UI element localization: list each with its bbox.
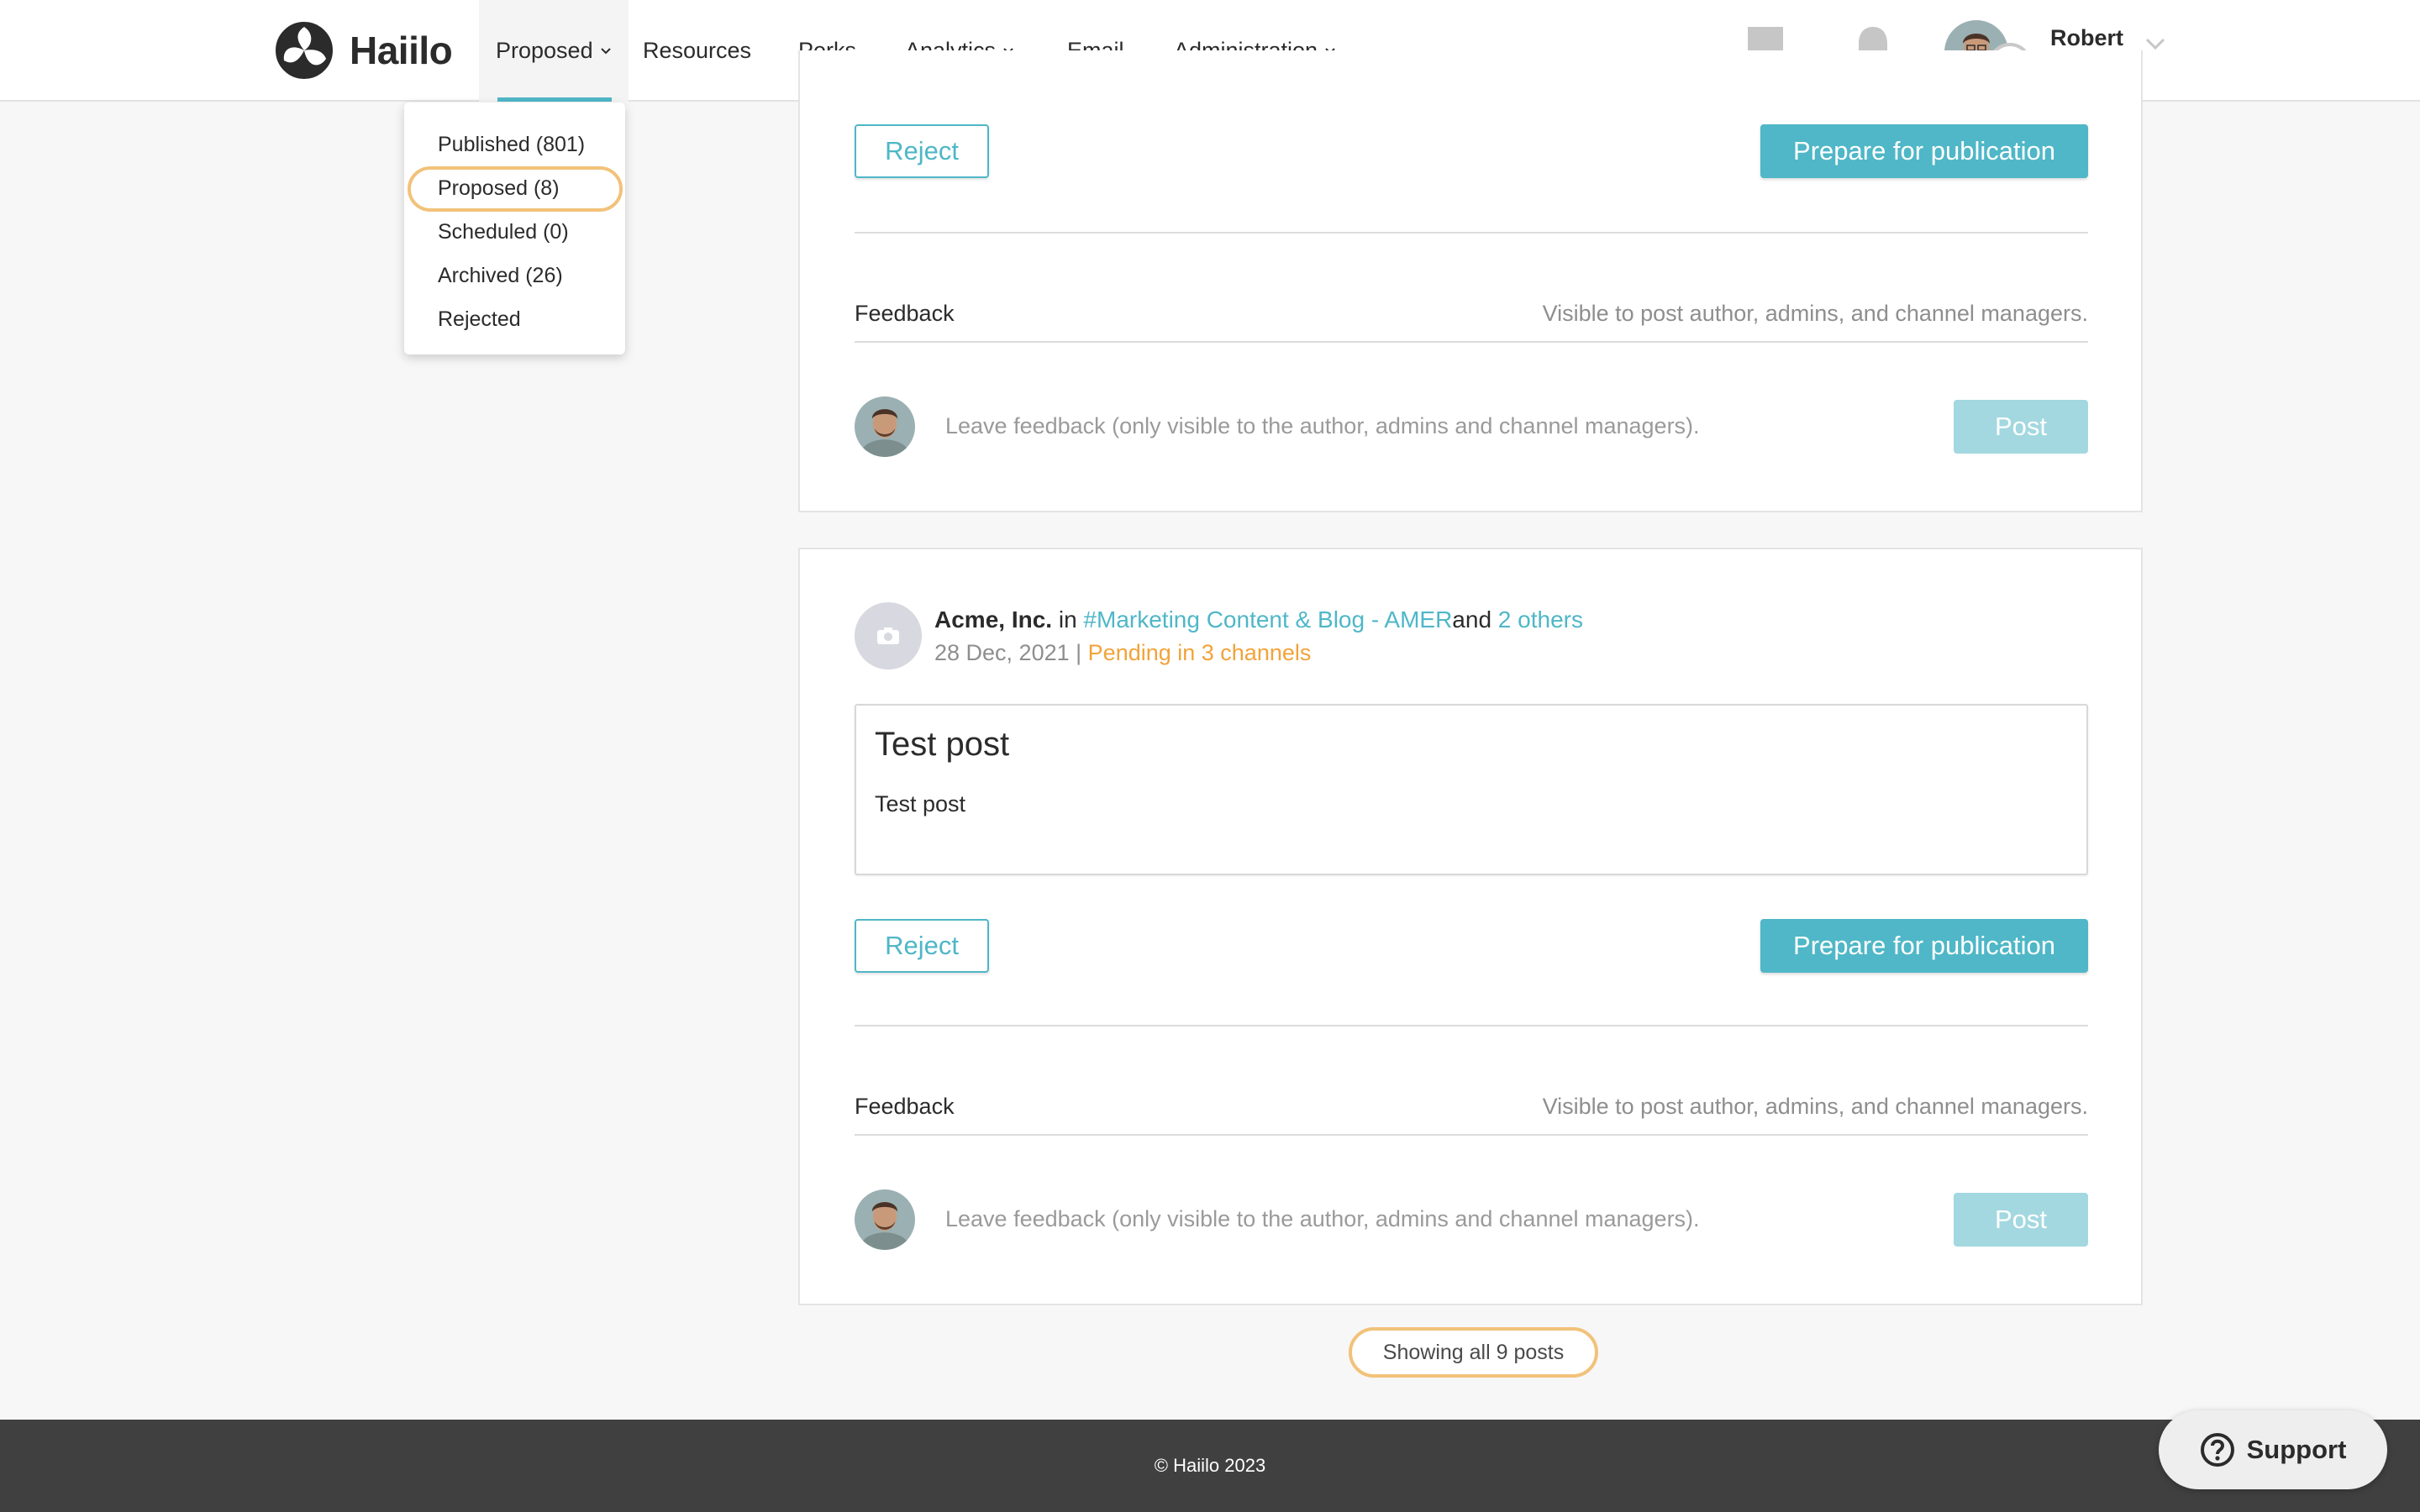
post-title: Test post (875, 726, 1010, 763)
post-meta-line: 28 Dec, 2021 | Pending in 3 channels (934, 640, 1311, 666)
divider (855, 341, 2088, 343)
proposed-dropdown-menu: Published (801) Proposed (8) Scheduled (… (404, 102, 625, 354)
divider (855, 1025, 2088, 1026)
dropdown-item-label: Scheduled (0) (438, 219, 569, 244)
user-menu-chevron-icon[interactable] (2144, 35, 2166, 52)
feedback-visibility-note: Visible to post author, admins, and chan… (1542, 1094, 2088, 1119)
posts-count-text: Showing all 9 posts (1382, 1340, 1565, 1364)
haiilo-logo-mark-icon (276, 22, 333, 79)
feedback-visibility-note: Visible to post author, admins, and chan… (1542, 301, 2088, 326)
company-avatar (855, 602, 922, 669)
post-body: Test post (875, 791, 966, 816)
camera-icon (877, 627, 899, 644)
in-text: in (1058, 606, 1077, 633)
nav-proposed[interactable]: Proposed (479, 0, 629, 102)
nav-resources-label: Resources (643, 38, 752, 63)
footer: © Haiilo 2023 (0, 1420, 2420, 1512)
post-feedback-button[interactable]: Post (1954, 1193, 2088, 1247)
commenter-avatar (855, 1189, 915, 1250)
chevron-down-icon (600, 47, 611, 54)
post-date: 28 Dec, 2021 (934, 640, 1070, 665)
post-content-preview[interactable]: Test post Test post (855, 704, 2088, 875)
haiilo-logo[interactable]: Haiilo (276, 20, 453, 81)
divider (855, 1134, 2088, 1136)
prepare-for-publication-button[interactable]: Prepare for publication (1760, 124, 2088, 178)
copyright-text: © Haiilo 2023 (1154, 1455, 1266, 1476)
channel-link[interactable]: #Marketing Content & Blog - AMER (1083, 606, 1452, 633)
support-label: Support (2246, 1435, 2347, 1464)
reject-button[interactable]: Reject (855, 124, 989, 178)
feedback-input[interactable]: Leave feedback (only visible to the auth… (945, 413, 1700, 439)
posts-count-indicator: Showing all 9 posts (1349, 1327, 1598, 1378)
post-card: Acme, Inc. in #Marketing Content & Blog … (798, 548, 2143, 1305)
nav-proposed-label: Proposed (496, 38, 593, 63)
and-text: and (1452, 606, 1492, 633)
post-card: Reject Prepare for publication Feedback … (798, 50, 2143, 512)
post-feedback-button[interactable]: Post (1954, 400, 2088, 454)
user-name[interactable]: Robert (2050, 25, 2123, 51)
active-tab-indicator (497, 97, 612, 102)
brand-name: Haiilo (350, 29, 453, 72)
feedback-title: Feedback (855, 301, 955, 326)
divider (855, 232, 2088, 234)
dropdown-item-rejected[interactable]: Rejected (404, 297, 625, 341)
dropdown-item-label: Rejected (438, 307, 521, 331)
meta-separator: | (1076, 640, 1082, 665)
dropdown-item-archived[interactable]: Archived (26) (404, 254, 625, 297)
dropdown-item-published[interactable]: Published (801) (404, 123, 625, 166)
nav-resources[interactable]: Resources (643, 0, 751, 102)
support-button[interactable]: Support (2159, 1410, 2387, 1489)
reject-button[interactable]: Reject (855, 919, 989, 973)
dropdown-item-proposed[interactable]: Proposed (8) (404, 166, 625, 212)
feedback-input[interactable]: Leave feedback (only visible to the auth… (945, 1206, 1700, 1232)
help-icon (2200, 1433, 2234, 1467)
dropdown-item-label: Published (801) (438, 132, 586, 156)
commenter-avatar (855, 396, 915, 457)
user-portrait-icon (855, 1189, 915, 1250)
feedback-title: Feedback (855, 1094, 955, 1119)
post-author-line: Acme, Inc. in #Marketing Content & Blog … (934, 606, 1583, 633)
highlight-ring (408, 166, 623, 212)
others-link[interactable]: 2 others (1498, 606, 1583, 633)
prepare-for-publication-button[interactable]: Prepare for publication (1760, 919, 2088, 973)
user-portrait-icon (855, 396, 915, 457)
pending-status[interactable]: Pending in 3 channels (1088, 640, 1312, 665)
post-author[interactable]: Acme, Inc. (934, 606, 1052, 633)
dropdown-item-label: Archived (26) (438, 263, 563, 287)
dropdown-item-scheduled[interactable]: Scheduled (0) (404, 210, 625, 254)
